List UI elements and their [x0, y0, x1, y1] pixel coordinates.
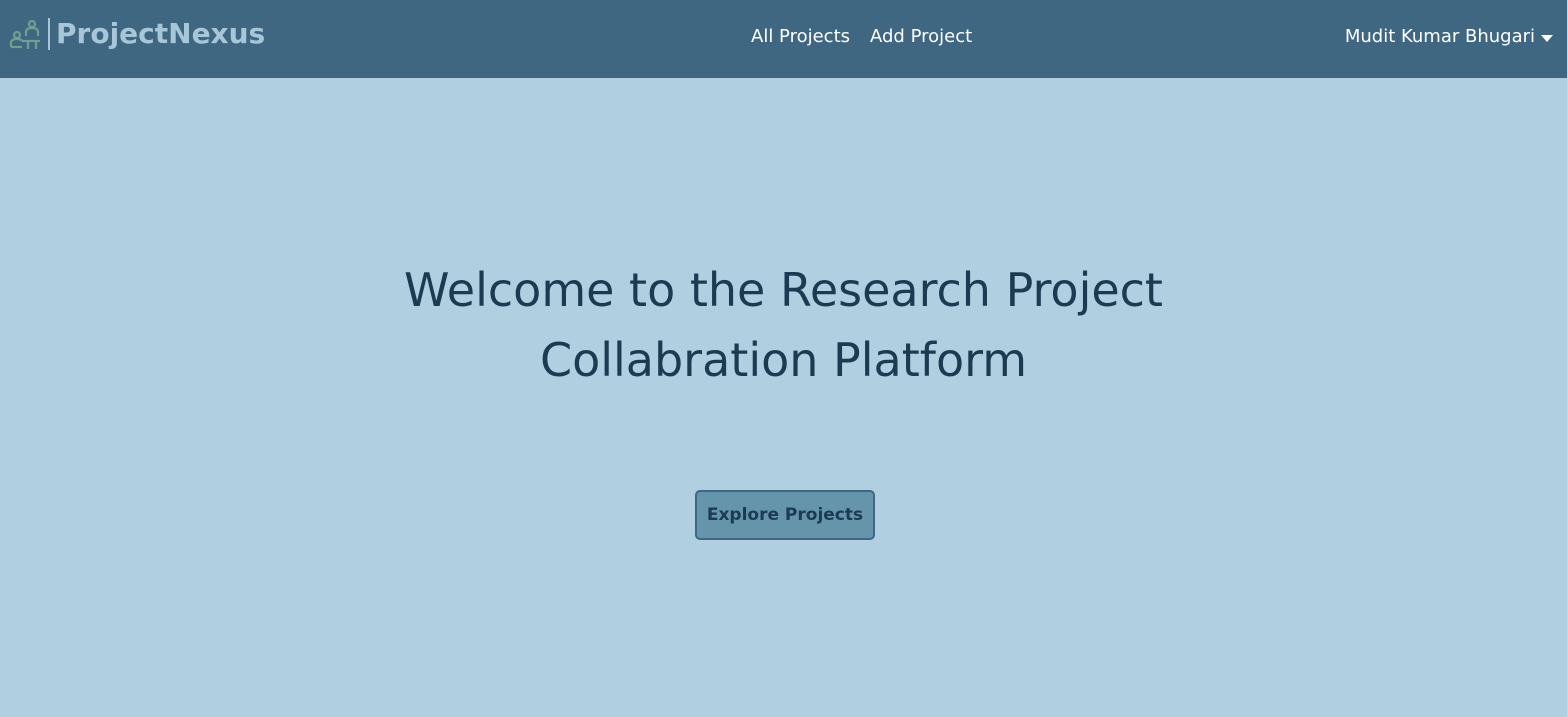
brand-name: ProjectNexus [56, 17, 266, 50]
explore-projects-button[interactable]: Explore Projects [695, 490, 875, 540]
caret-down-icon [1541, 34, 1553, 42]
nav-link-add-project[interactable]: Add Project [860, 24, 982, 50]
people-collaboration-icon [9, 19, 40, 49]
top-navbar: ProjectNexus All Projects Add Project Mu… [0, 0, 1567, 78]
nav-link-all-projects[interactable]: All Projects [741, 24, 860, 50]
hero-title: Welcome to the Research Project Collabra… [0, 255, 1567, 395]
user-name: Mudit Kumar Bhugari [1344, 26, 1535, 47]
hero-title-line-1: Welcome to the Research Project [404, 263, 1163, 317]
main-nav: All Projects Add Project [741, 24, 982, 50]
brand-divider [48, 18, 50, 50]
user-dropdown[interactable]: Mudit Kumar Bhugari [1345, 24, 1553, 50]
brand-link[interactable]: ProjectNexus [8, 14, 265, 54]
hero-title-line-2: Collabration Platform [539, 333, 1028, 387]
